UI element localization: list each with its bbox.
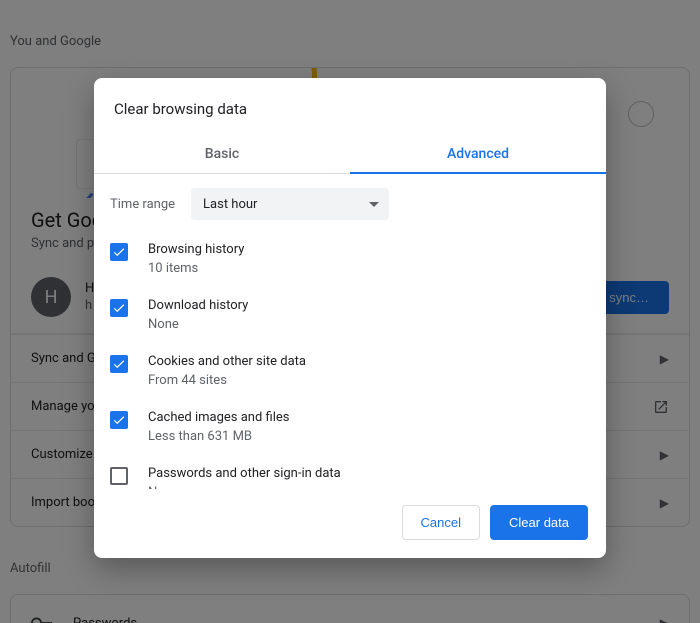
tab-basic[interactable]: Basic bbox=[94, 134, 350, 173]
dialog-body[interactable]: Time range Last hour Browsing history 10… bbox=[94, 174, 606, 489]
dialog-tabs: Basic Advanced bbox=[94, 134, 606, 174]
time-range-label: Time range bbox=[110, 197, 175, 212]
time-range-select[interactable]: Last hour bbox=[191, 188, 389, 220]
option-sub: Less than 631 MB bbox=[148, 429, 289, 444]
checkbox-browsing-history[interactable] bbox=[110, 243, 128, 261]
dialog-title: Clear browsing data bbox=[94, 78, 606, 134]
checkbox-passwords[interactable] bbox=[110, 467, 128, 485]
clear-browsing-data-dialog: Clear browsing data Basic Advanced Time … bbox=[94, 78, 606, 558]
option-sub: None bbox=[148, 317, 248, 332]
checkbox-cached[interactable] bbox=[110, 411, 128, 429]
option-browsing-history[interactable]: Browsing history 10 items bbox=[110, 232, 598, 288]
option-sub: 10 items bbox=[148, 261, 244, 276]
settings-page: You and Google Get Goo Sync and p H H h … bbox=[0, 0, 700, 623]
option-sub: From 44 sites bbox=[148, 373, 306, 388]
option-cached[interactable]: Cached images and files Less than 631 MB bbox=[110, 400, 598, 456]
option-title: Cached images and files bbox=[148, 410, 289, 425]
checkbox-cookies[interactable] bbox=[110, 355, 128, 373]
option-title: Browsing history bbox=[148, 242, 244, 257]
clear-data-button[interactable]: Clear data bbox=[490, 505, 588, 540]
option-title: Download history bbox=[148, 298, 248, 313]
option-download-history[interactable]: Download history None bbox=[110, 288, 598, 344]
dialog-footer: Cancel Clear data bbox=[94, 489, 606, 558]
tab-advanced[interactable]: Advanced bbox=[350, 134, 606, 173]
checkbox-download-history[interactable] bbox=[110, 299, 128, 317]
option-cookies[interactable]: Cookies and other site data From 44 site… bbox=[110, 344, 598, 400]
cancel-button[interactable]: Cancel bbox=[402, 505, 480, 540]
time-range-row: Time range Last hour bbox=[110, 188, 598, 232]
time-range-value: Last hour bbox=[203, 197, 257, 212]
option-passwords[interactable]: Passwords and other sign-in data None bbox=[110, 456, 598, 489]
dropdown-triangle-icon bbox=[369, 202, 379, 212]
option-sub: None bbox=[148, 485, 341, 489]
option-title: Passwords and other sign-in data bbox=[148, 466, 341, 481]
option-title: Cookies and other site data bbox=[148, 354, 306, 369]
